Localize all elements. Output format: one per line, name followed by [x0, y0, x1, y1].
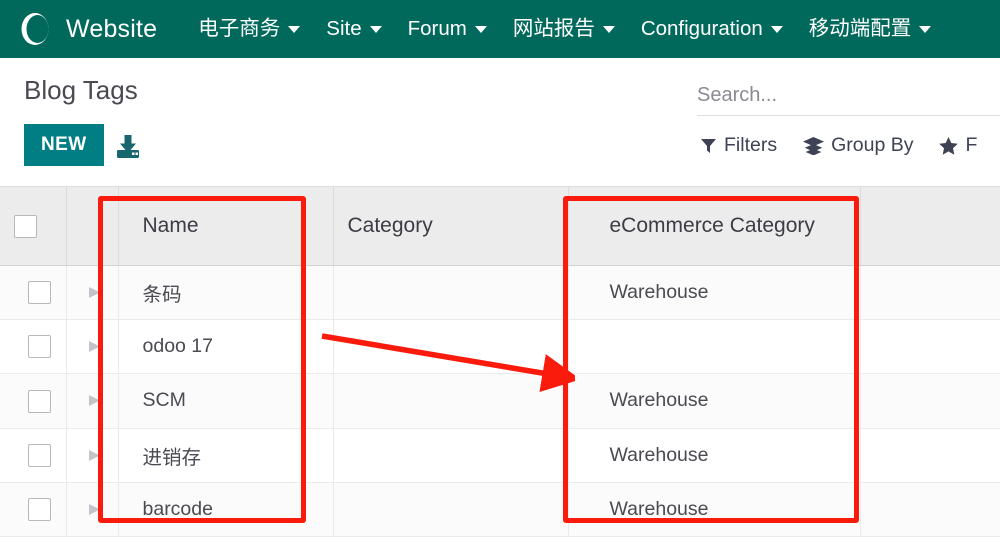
row-select-cell	[0, 428, 67, 483]
chevron-down-icon	[474, 25, 487, 33]
table-row[interactable]: 条码 Warehouse	[0, 265, 1000, 321]
new-button[interactable]: NEW	[24, 124, 104, 166]
row-category[interactable]	[333, 373, 569, 429]
row-category[interactable]	[333, 482, 569, 537]
layers-stack-icon	[803, 136, 825, 155]
nav-item-website-reports[interactable]: 网站报告	[500, 16, 628, 40]
table-row[interactable]: 进销存 Warehouse	[0, 428, 1000, 483]
row-select-cell	[0, 373, 67, 429]
group-by-label: Group By	[831, 134, 914, 156]
drag-handle-icon[interactable]	[86, 338, 103, 355]
row-checkbox[interactable]	[28, 389, 52, 413]
favorites-label: F	[965, 134, 978, 156]
nav-item-label: Forum	[407, 16, 467, 40]
select-all-cell	[0, 186, 67, 266]
table-row[interactable]: barcode Warehouse	[0, 482, 1000, 537]
row-checkbox[interactable]	[28, 443, 52, 467]
chevron-down-icon	[602, 25, 615, 33]
row-name[interactable]: odoo 17	[118, 319, 334, 375]
header-tail-column	[860, 186, 1000, 266]
row-category[interactable]	[333, 319, 569, 375]
top-navbar: Website 电子商务 Site Forum 网站报告 Configurati…	[0, 0, 1000, 58]
search-input[interactable]	[697, 76, 1000, 114]
chevron-down-icon	[770, 25, 783, 33]
row-tail-cell	[860, 265, 1000, 321]
row-select-cell	[0, 265, 67, 321]
row-select-cell	[0, 319, 67, 375]
row-select-cell	[0, 482, 67, 537]
row-name[interactable]: 条码	[118, 265, 334, 321]
row-handle-cell	[66, 482, 119, 537]
app-root: Website 电子商务 Site Forum 网站报告 Configurati…	[0, 0, 1000, 537]
row-ecommerce-category[interactable]: Warehouse	[568, 265, 861, 321]
row-ecommerce-category[interactable]: Warehouse	[568, 482, 861, 537]
table-row[interactable]: SCM Warehouse	[0, 373, 1000, 429]
nav-item-site[interactable]: Site	[313, 16, 394, 40]
filters-button[interactable]: Filters	[700, 134, 777, 157]
row-name[interactable]: SCM	[118, 373, 334, 429]
row-tail-cell	[860, 319, 1000, 375]
filters-label: Filters	[724, 134, 778, 156]
select-all-checkbox[interactable]	[14, 214, 37, 238]
row-handle-cell	[66, 319, 119, 375]
nav-item-label: 网站报告	[512, 16, 595, 40]
row-name[interactable]: 进销存	[118, 428, 334, 483]
row-tail-cell	[860, 482, 1000, 537]
favorites-button[interactable]: F	[939, 134, 977, 157]
page-title: Blog Tags	[24, 75, 138, 105]
search-box[interactable]	[697, 76, 1000, 116]
row-handle-cell	[66, 265, 119, 321]
control-panel: Blog Tags NEW	[0, 58, 1000, 186]
drag-handle-icon[interactable]	[86, 447, 103, 464]
row-ecommerce-category[interactable]	[568, 319, 861, 375]
odoo-o-logo-icon[interactable]	[18, 12, 52, 46]
drag-handle-icon[interactable]	[86, 284, 103, 301]
import-download-icon[interactable]	[114, 134, 142, 160]
row-ecommerce-category[interactable]: Warehouse	[568, 373, 861, 429]
row-ecommerce-category[interactable]: Warehouse	[568, 428, 861, 483]
brand-name[interactable]: Website	[66, 16, 157, 42]
row-category[interactable]	[333, 428, 569, 483]
control-panel-actions: Filters Group By F	[700, 134, 977, 157]
row-tail-cell	[860, 428, 1000, 483]
star-favorites-icon	[939, 136, 959, 155]
table-body: 条码 Warehouse odoo 17 SCM Warehouse 进销存 W…	[0, 265, 1000, 537]
nav-item-label: Site	[326, 16, 362, 40]
drag-handle-icon[interactable]	[86, 501, 103, 518]
navbar-menu: 电子商务 Site Forum 网站报告 Configuration 移动端配置	[185, 16, 945, 40]
row-handle-cell	[66, 373, 119, 429]
row-category[interactable]	[333, 265, 569, 321]
filter-funnel-icon	[700, 137, 717, 154]
group-by-button[interactable]: Group By	[803, 134, 913, 157]
chevron-down-icon	[919, 25, 932, 33]
row-checkbox[interactable]	[28, 281, 52, 305]
row-name[interactable]: barcode	[118, 482, 334, 537]
nav-item-mobile-config[interactable]: 移动端配置	[796, 16, 945, 40]
drag-handle-icon[interactable]	[86, 392, 103, 409]
nav-item-configuration[interactable]: Configuration	[628, 16, 796, 40]
header-name[interactable]: Name	[118, 186, 334, 266]
row-handle-cell	[66, 428, 119, 483]
row-tail-cell	[860, 373, 1000, 429]
header-ecommerce-category[interactable]: eCommerce Category	[568, 186, 861, 266]
blog-tags-list-table: Name Category eCommerce Category 条码 Ware…	[0, 186, 1000, 537]
row-checkbox[interactable]	[28, 335, 52, 359]
nav-item-ecommerce[interactable]: 电子商务	[185, 16, 313, 40]
table-header-row: Name Category eCommerce Category	[0, 186, 1000, 266]
nav-item-forum[interactable]: Forum	[395, 16, 500, 40]
table-header: Name Category eCommerce Category	[0, 186, 1000, 266]
nav-item-label: 电子商务	[198, 16, 281, 40]
chevron-down-icon	[288, 25, 301, 33]
chevron-down-icon	[369, 25, 382, 33]
nav-item-label: Configuration	[640, 16, 763, 40]
table-row[interactable]: odoo 17	[0, 319, 1000, 375]
header-handle-column	[66, 186, 119, 266]
row-checkbox[interactable]	[28, 498, 52, 522]
nav-item-label: 移动端配置	[808, 16, 912, 40]
header-category[interactable]: Category	[333, 186, 569, 266]
